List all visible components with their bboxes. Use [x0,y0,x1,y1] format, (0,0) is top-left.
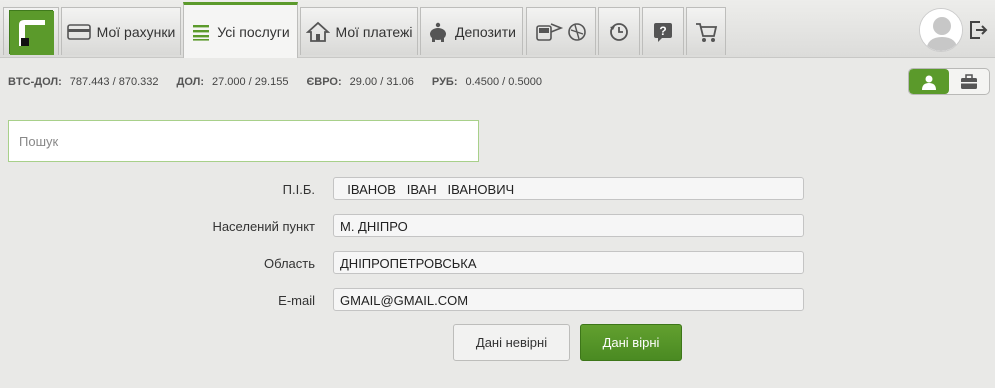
email-field[interactable]: GMAIL@GMAIL.COM [333,288,804,311]
rate-eur: ЄВРО: 29.00 / 31.06 [306,76,414,88]
tab-all-services[interactable]: Усі послуги [183,2,298,58]
history-icon [608,21,630,43]
tab-label: Мої платежі [335,23,413,40]
cart-icon [694,21,718,43]
city-label: Населений пункт [212,219,315,234]
logout-icon[interactable] [968,20,988,40]
rate-rub: РУБ: 0.4500 / 0.5000 [431,76,542,88]
rate-btc: BTC-ДОЛ: 787.443 / 870.332 [8,76,159,88]
tab-label: Усі послуги [217,23,290,40]
personal-toggle-button[interactable] [909,69,949,94]
region-field[interactable]: ДНІПРОПЕТРОВСЬКА [333,251,804,274]
user-avatar[interactable] [919,8,963,52]
tab-label: Мої рахунки [96,23,176,40]
name-label: П.І.Б. [282,182,315,197]
svg-text:?: ? [659,24,666,38]
tab-label: Депозити [455,23,516,40]
search-input[interactable] [8,120,479,162]
account-type-toggle [908,68,990,95]
form-row-region: Область ДНІПРОПЕТРОВСЬКА [0,251,995,277]
house-icon [305,21,330,43]
piggy-bank-icon [427,22,449,42]
rate-usd: ДОЛ: 27.000 / 29.155 [176,76,289,88]
tab-home[interactable] [3,7,59,55]
region-label: Область [263,256,315,271]
form-row-city: Населений пункт М. ДНІПРО [0,214,995,240]
data-correct-button[interactable]: Дані вірні [580,324,682,361]
city-field[interactable]: М. ДНІПРО [333,214,804,237]
help-icon: ? [652,21,674,43]
form-row-email: E-mail GMAIL@GMAIL.COM [0,288,995,314]
tab-deposits[interactable]: Депозити [420,7,523,55]
tab-history[interactable] [598,7,640,55]
email-label: E-mail [278,293,315,308]
tab-cart[interactable] [686,7,726,55]
travel-icon [533,18,589,46]
tab-help[interactable]: ? [642,7,684,55]
briefcase-icon [960,73,978,90]
privatbank-logo-icon [9,9,54,55]
form-row-name: П.І.Б. ІВАНОВ ІВАН ІВАНОВИЧ [0,177,995,203]
currency-rates: BTC-ДОЛ: 787.443 / 870.332 ДОЛ: 27.000 / 2… [8,76,542,88]
tab-my-payments[interactable]: Мої платежі [300,7,418,55]
data-incorrect-button[interactable]: Дані невірні [453,324,570,361]
card-icon [66,23,91,41]
top-nav: Мої рахунки Усі послуги Мої платежі Депо… [0,0,995,58]
list-icon [191,23,211,41]
business-toggle-button[interactable] [949,69,989,94]
person-icon [921,74,937,90]
tab-travel[interactable] [526,7,596,55]
name-field[interactable]: ІВАНОВ ІВАН ІВАНОВИЧ [333,177,804,200]
tab-my-accounts[interactable]: Мої рахунки [61,7,181,55]
